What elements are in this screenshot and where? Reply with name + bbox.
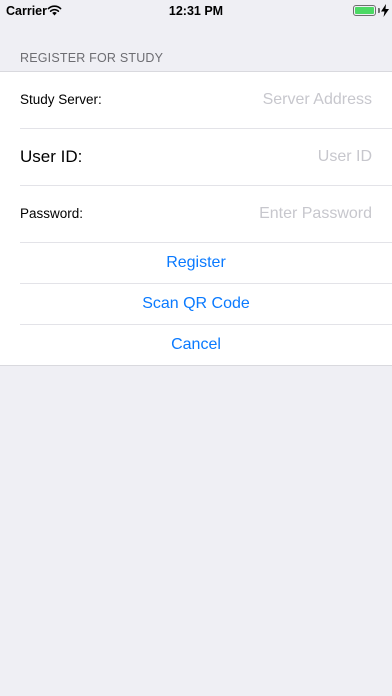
- study-server-label: Study Server:: [20, 92, 102, 107]
- charging-bolt-icon: [381, 4, 389, 17]
- section-header: REGISTER FOR STUDY: [20, 51, 164, 65]
- cancel-button[interactable]: Cancel: [0, 336, 392, 354]
- server-address-input[interactable]: [172, 88, 372, 112]
- scan-qr-code-button[interactable]: Scan QR Code: [0, 295, 392, 313]
- battery-icon: [353, 5, 376, 16]
- scan-qr-row: Scan QR Code: [0, 284, 392, 325]
- cancel-row: Cancel: [0, 325, 392, 366]
- status-bar: Carrier 12:31 PM: [0, 0, 392, 22]
- register-form: Study Server: User ID: Password: Registe…: [0, 71, 392, 366]
- register-row: Register: [0, 243, 392, 284]
- battery-cap: [378, 8, 380, 13]
- study-server-row: Study Server:: [0, 72, 392, 129]
- password-input[interactable]: [172, 202, 372, 226]
- user-id-label: User ID:: [20, 147, 83, 166]
- password-label: Password:: [20, 206, 84, 221]
- user-id-row: User ID:: [0, 129, 392, 186]
- user-id-input[interactable]: [172, 145, 372, 169]
- password-row: Password:: [0, 186, 392, 243]
- battery-level: [355, 7, 374, 14]
- clock: 12:31 PM: [168, 4, 224, 18]
- register-button[interactable]: Register: [0, 254, 392, 272]
